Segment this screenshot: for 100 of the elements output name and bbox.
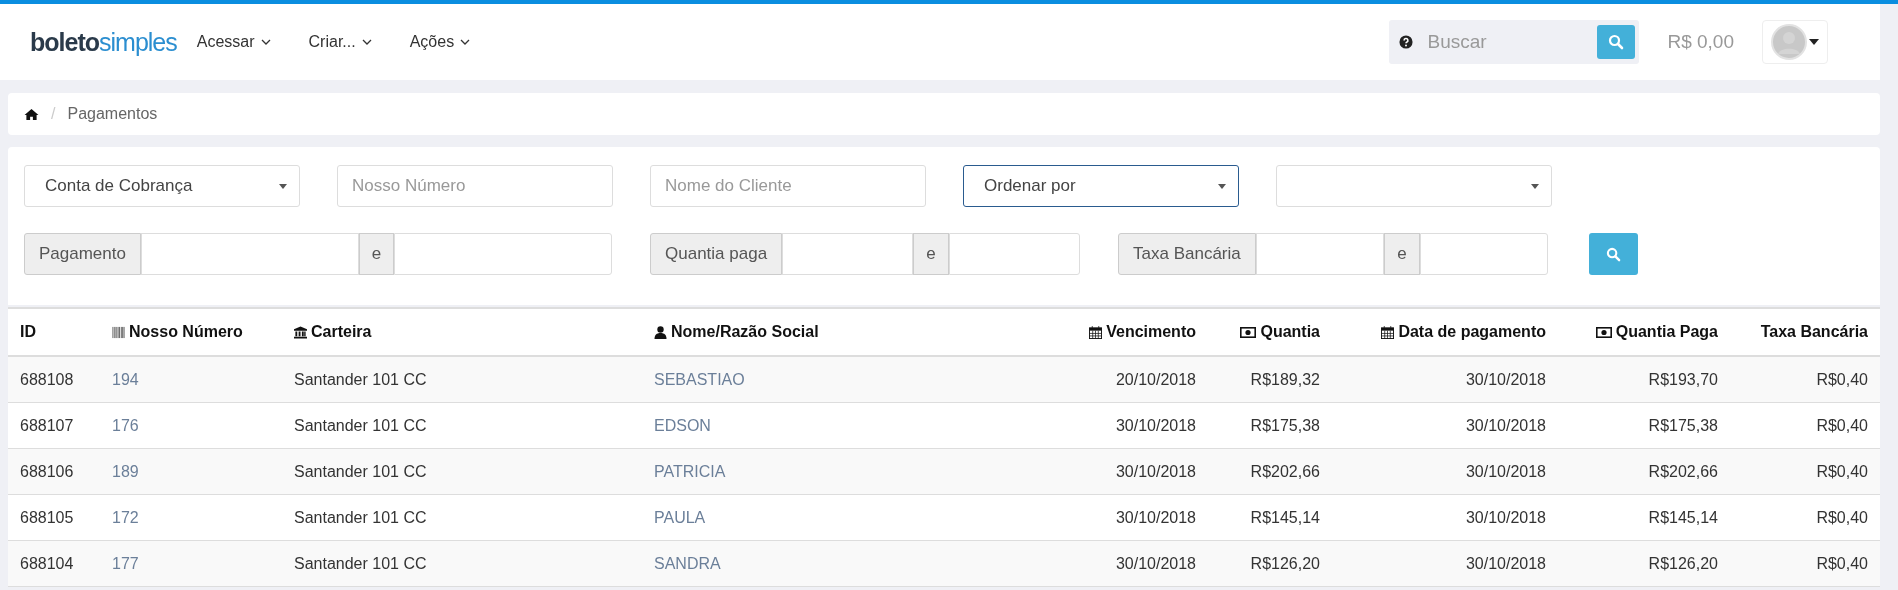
nav-menu[interactable]: Criar... bbox=[308, 33, 372, 51]
search-field[interactable]: Buscar bbox=[1425, 30, 1598, 54]
table-link[interactable]: PAULA bbox=[642, 508, 1006, 527]
table-cell-text: Santander 101 CC bbox=[293, 462, 428, 481]
input-field[interactable]: Nosso Número bbox=[337, 165, 613, 207]
table-link[interactable]: 177 bbox=[100, 554, 282, 573]
column-header[interactable]: Quantia Paga bbox=[1558, 323, 1730, 341]
table-cell-text: 688107 bbox=[19, 416, 75, 435]
caret-icon bbox=[1531, 183, 1539, 189]
calendar-icon bbox=[1381, 325, 1395, 339]
table-link[interactable]: SEBASTIAO bbox=[642, 370, 1006, 389]
user-menu-button[interactable] bbox=[1762, 20, 1828, 64]
table-cell-text: R$145,14 bbox=[1647, 508, 1719, 527]
table-cell-text: R$202,66 bbox=[1647, 462, 1719, 481]
select-dropdown[interactable] bbox=[1276, 165, 1552, 207]
table-cell-text: 688106 bbox=[19, 462, 75, 481]
table-cell-text: R$193,70 bbox=[1647, 370, 1719, 389]
column-header[interactable]: Carteira bbox=[282, 323, 642, 341]
filter-search-button[interactable] bbox=[1589, 233, 1638, 275]
table-cell-text: 688108 bbox=[19, 370, 75, 389]
bank-icon bbox=[294, 325, 307, 339]
table-cell-text: R$0,40 bbox=[1815, 508, 1869, 527]
help-icon[interactable] bbox=[1399, 35, 1414, 49]
table-cell-text: R$0,40 bbox=[1815, 416, 1869, 435]
search-icon bbox=[1606, 246, 1621, 262]
table-link[interactable]: 176 bbox=[100, 416, 282, 435]
barcode-icon bbox=[112, 325, 125, 339]
range-end-field[interactable] bbox=[948, 233, 1080, 275]
range-start-field[interactable] bbox=[782, 233, 914, 275]
chevron-down-icon bbox=[361, 39, 372, 45]
search-button[interactable] bbox=[1597, 25, 1636, 59]
range-start-field[interactable] bbox=[140, 233, 359, 275]
chevron-down-icon bbox=[460, 39, 471, 45]
table-cell-text: R$126,20 bbox=[1647, 554, 1719, 573]
table-cell-text: Santander 101 CC bbox=[293, 370, 428, 389]
caret-icon bbox=[1809, 39, 1819, 45]
table-cell-text: R$126,20 bbox=[1249, 554, 1321, 573]
search-box[interactable]: Buscar bbox=[1389, 20, 1640, 64]
table-cell-text: R$145,14 bbox=[1249, 508, 1321, 527]
table-cell-text: 30/10/2018 bbox=[1464, 554, 1547, 573]
range-end-field[interactable] bbox=[1419, 233, 1548, 275]
range-separator: e bbox=[358, 233, 395, 275]
column-header[interactable]: ID bbox=[8, 323, 100, 341]
table-cell-text: 20/10/2018 bbox=[1114, 370, 1197, 389]
table-link[interactable]: 189 bbox=[100, 462, 282, 481]
column-header[interactable]: Taxa Bancária bbox=[1730, 323, 1880, 341]
table-cell-text: R$0,40 bbox=[1815, 462, 1869, 481]
table-link[interactable]: SANDRA bbox=[642, 554, 1006, 573]
table-cell-text: R$175,38 bbox=[1249, 416, 1321, 435]
column-header[interactable]: Data de pagamento bbox=[1332, 323, 1558, 341]
table-row[interactable]: 688108 194 Santander 101 CC SEBASTIAO 20/10/2018 R$189,32 30/10/2018 R$193,70 R$0,40 bbox=[8, 357, 1880, 403]
table-cell-text: 30/10/2018 bbox=[1464, 508, 1547, 527]
table-cell-text: 30/10/2018 bbox=[1464, 462, 1547, 481]
table-cell-text: R$0,40 bbox=[1815, 554, 1869, 573]
column-header[interactable]: Nome/Razão Social bbox=[642, 323, 1006, 341]
table-row[interactable]: 688106 189 Santander 101 CC PATRICIA 30/10/2018 R$202,66 30/10/2018 R$202,66 R$0,40 bbox=[8, 449, 1880, 495]
range-separator: e bbox=[913, 233, 949, 275]
table-cell-text: R$189,32 bbox=[1249, 370, 1321, 389]
column-header[interactable]: Vencimento bbox=[1006, 323, 1208, 341]
nav-menu[interactable]: Ações bbox=[409, 33, 471, 51]
breadcrumb-item: Pagamentos bbox=[67, 105, 158, 123]
table-link[interactable]: 194 bbox=[100, 370, 282, 389]
table-cell-text: 30/10/2018 bbox=[1114, 508, 1197, 527]
column-header[interactable]: Quantia bbox=[1208, 323, 1332, 341]
search-icon bbox=[1608, 34, 1625, 50]
table-cell-text: 688104 bbox=[19, 554, 75, 573]
caret-icon bbox=[1218, 183, 1226, 189]
select-dropdown[interactable]: Ordenar por bbox=[963, 165, 1239, 207]
range-start-field[interactable] bbox=[1255, 233, 1385, 275]
range-label: Taxa Bancária bbox=[1118, 233, 1256, 275]
table-cell-text: 688105 bbox=[19, 508, 75, 527]
input-field[interactable]: Nome do Cliente bbox=[650, 165, 926, 207]
select-dropdown[interactable]: Conta de Cobrança bbox=[24, 165, 300, 207]
breadcrumb-separator: / bbox=[51, 105, 56, 123]
caret-icon bbox=[279, 183, 287, 189]
table-cell-text: 30/10/2018 bbox=[1114, 554, 1197, 573]
table-cell-text: R$0,40 bbox=[1815, 370, 1869, 389]
table-cell-text: Santander 101 CC bbox=[293, 508, 428, 527]
table-row[interactable]: 688104 177 Santander 101 CC SANDRA 30/10/2018 R$126,20 30/10/2018 R$126,20 R$0,40 bbox=[8, 541, 1880, 587]
table-cell-text: Santander 101 CC bbox=[293, 416, 428, 435]
avatar-icon bbox=[1771, 24, 1807, 60]
table-cell-text: R$175,38 bbox=[1647, 416, 1719, 435]
table-cell-text: R$202,66 bbox=[1249, 462, 1321, 481]
table-link[interactable]: 172 bbox=[100, 508, 282, 527]
column-header[interactable]: Nosso Número bbox=[100, 323, 282, 341]
range-label: Pagamento bbox=[24, 233, 141, 275]
table-cell-text: 30/10/2018 bbox=[1464, 370, 1547, 389]
table-cell-text: 30/10/2018 bbox=[1114, 416, 1197, 435]
nav-menu[interactable]: Acessar bbox=[196, 33, 271, 51]
table-link[interactable]: EDSON bbox=[642, 416, 1006, 435]
logo[interactable]: boletosimples bbox=[30, 27, 177, 57]
balance-amount: R$ 0,00 bbox=[1667, 31, 1734, 53]
range-end-field[interactable] bbox=[394, 233, 612, 275]
calendar-icon bbox=[1089, 325, 1103, 339]
home-icon[interactable] bbox=[24, 107, 39, 121]
banknote-icon bbox=[1240, 326, 1257, 338]
range-label: Quantia paga bbox=[650, 233, 783, 275]
table-cell-text: Santander 101 CC bbox=[293, 554, 428, 573]
table-link[interactable]: PATRICIA bbox=[642, 462, 1006, 481]
table-cell-text: 30/10/2018 bbox=[1464, 416, 1547, 435]
